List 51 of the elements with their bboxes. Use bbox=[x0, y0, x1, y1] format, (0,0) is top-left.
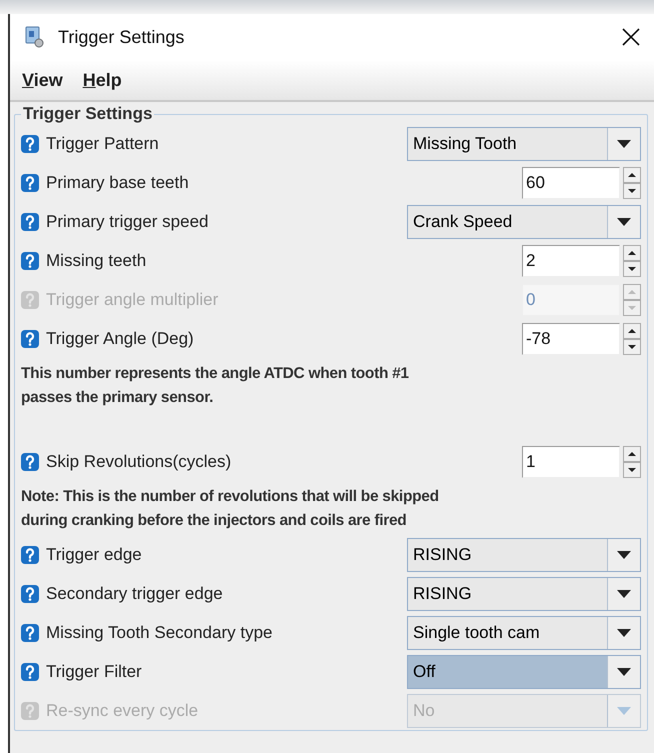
spinner-buttons[interactable] bbox=[623, 244, 641, 276]
dropdown[interactable]: Crank Speed bbox=[407, 204, 641, 238]
help-icon[interactable] bbox=[21, 584, 39, 602]
setting-label: Secondary trigger edge bbox=[46, 584, 224, 604]
group-title: Trigger Settings bbox=[22, 104, 154, 124]
caret-icon bbox=[617, 668, 631, 676]
help-icon[interactable] bbox=[21, 252, 39, 270]
caret-icon bbox=[617, 590, 631, 598]
help-icon[interactable] bbox=[21, 662, 39, 680]
close-icon[interactable] bbox=[622, 28, 640, 46]
help-icon[interactable] bbox=[21, 624, 39, 642]
caret-icon bbox=[617, 140, 631, 148]
dropdown[interactable]: RISING bbox=[407, 576, 641, 610]
setting-label: Skip Revolutions(cycles) bbox=[46, 452, 232, 472]
number-field[interactable]: 1 bbox=[522, 446, 620, 478]
window-title: Trigger Settings bbox=[58, 26, 186, 48]
setting-label: Re-sync every cycle bbox=[46, 700, 200, 720]
menu-item[interactable]: View bbox=[22, 70, 63, 90]
setting-label: Trigger Angle (Deg) bbox=[46, 328, 195, 348]
setting-label: Missing teeth bbox=[46, 250, 148, 270]
app-icon bbox=[24, 26, 46, 48]
help-icon[interactable] bbox=[21, 212, 39, 230]
help-icon[interactable] bbox=[21, 330, 39, 348]
help-icon[interactable] bbox=[21, 134, 39, 152]
caret-icon bbox=[617, 628, 631, 636]
number-field[interactable]: 60 bbox=[522, 166, 620, 198]
description-text: This number represents the angle ATDC when tooth #1 passes the primary sensor. bbox=[21, 364, 410, 408]
caret-icon bbox=[617, 218, 631, 226]
spinner-buttons[interactable] bbox=[623, 446, 641, 478]
number-field[interactable]: 2 bbox=[522, 244, 620, 276]
spinner-buttons[interactable] bbox=[623, 322, 641, 354]
menu-item[interactable]: Help bbox=[82, 70, 122, 90]
dropdown[interactable]: Single tooth cam bbox=[407, 616, 641, 650]
caret-icon bbox=[617, 706, 631, 714]
caret-icon bbox=[617, 550, 631, 558]
number-field[interactable]: -78 bbox=[522, 322, 620, 354]
setting-label: Primary base teeth bbox=[46, 172, 190, 192]
dropdown[interactable]: RISING bbox=[407, 538, 641, 572]
setting-label: Primary trigger speed bbox=[46, 212, 210, 232]
setting-label: Trigger Pattern bbox=[46, 134, 160, 154]
dropdown[interactable]: Missing Tooth bbox=[407, 126, 641, 160]
help-icon[interactable] bbox=[21, 452, 39, 470]
setting-label: Trigger angle multiplier bbox=[46, 290, 220, 310]
setting-label: Trigger edge bbox=[46, 544, 143, 564]
setting-label: Missing Tooth Secondary type bbox=[46, 622, 274, 642]
spinner-buttons[interactable] bbox=[623, 166, 641, 198]
description-text: Note: This is the number of revolutions that will be skipped during cranking before the injectors and coils are fired bbox=[21, 487, 440, 531]
help-icon[interactable] bbox=[21, 174, 39, 192]
dropdown[interactable]: Off bbox=[407, 654, 641, 688]
setting-label: Trigger Filter bbox=[46, 662, 143, 682]
help-icon[interactable] bbox=[21, 546, 39, 564]
